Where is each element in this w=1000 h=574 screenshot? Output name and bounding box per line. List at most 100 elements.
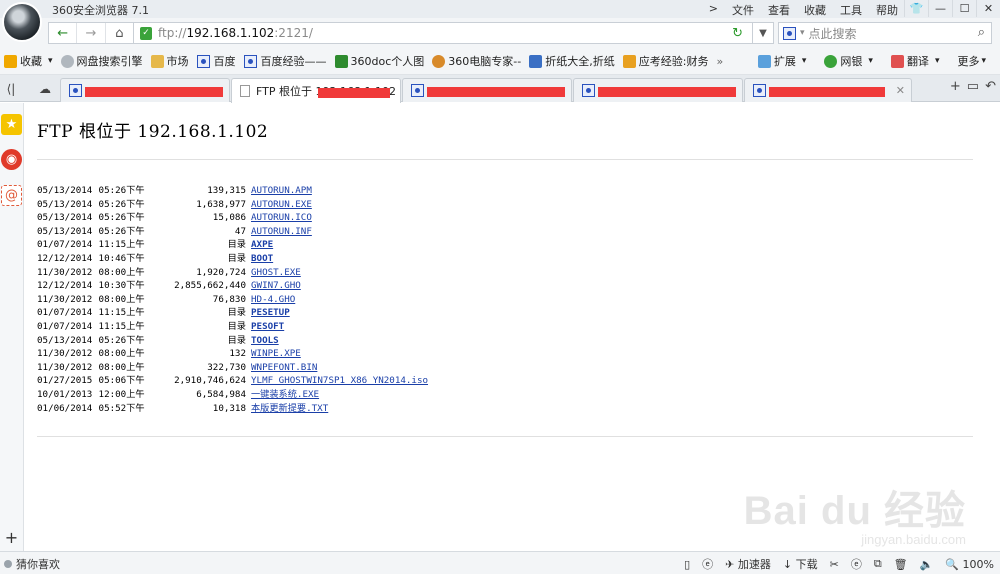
address-input[interactable]: ✓ ftp:// 192.168.1.102 :2121/ ↻ bbox=[134, 22, 774, 44]
file-link[interactable]: AUTORUN.EXE bbox=[251, 199, 312, 210]
file-link[interactable]: AUTORUN.ICO bbox=[251, 212, 312, 223]
file-link[interactable]: 本版更新提要.TXT bbox=[251, 403, 328, 414]
bookmarks-more-icon[interactable]: » bbox=[716, 55, 723, 68]
phone-icon[interactable]: ▯ bbox=[684, 558, 690, 571]
file-link[interactable]: WINPE.XPE bbox=[251, 348, 301, 359]
maximize-button[interactable]: ☐ bbox=[952, 0, 976, 17]
tab-ftp-active[interactable]: FTP 根位于 192.168.1.102 bbox=[231, 78, 401, 103]
back-arrow-icon[interactable]: ← bbox=[49, 23, 78, 43]
file-date: 11/30/2012 bbox=[37, 361, 93, 373]
file-time: 11:15上午 bbox=[93, 239, 145, 251]
chevron-down-icon[interactable]: ▾ bbox=[981, 56, 986, 66]
directory-link[interactable]: PESETUP bbox=[251, 307, 290, 318]
file-size: 15,086 bbox=[212, 212, 246, 224]
undo-close-icon[interactable]: ↶ bbox=[985, 79, 996, 94]
menu-tools[interactable]: 工具 bbox=[840, 2, 862, 18]
file-time: 05:06下午 bbox=[93, 375, 145, 387]
bookmark-baidu-jingyan[interactable]: 百度经验—— bbox=[243, 53, 327, 69]
translate-button[interactable]: 翻译 ▾ bbox=[890, 53, 940, 69]
bookmark-exam[interactable]: 应考经验:财务 bbox=[622, 53, 708, 69]
file-link[interactable]: AUTORUN.APM bbox=[251, 185, 312, 196]
directory-link[interactable]: AXPE bbox=[251, 239, 273, 250]
file-size: 2,910,746,624 bbox=[174, 375, 246, 387]
zoom-control[interactable]: 🔍 100% bbox=[945, 558, 994, 571]
file-date: 12/12/2014 bbox=[37, 252, 93, 264]
dir-label: 目录 bbox=[227, 334, 246, 346]
baidu-watermark: Bai du 经验 jingyan.baidu.com bbox=[744, 478, 966, 547]
bookmark-360doc[interactable]: 360doc个人图 bbox=[334, 53, 424, 69]
file-time: 08:00上午 bbox=[93, 266, 145, 278]
tab-list-icon[interactable]: ▭ bbox=[967, 79, 979, 94]
file-link[interactable]: AUTORUN.INF bbox=[251, 226, 312, 237]
add-icon[interactable]: + bbox=[1, 527, 22, 548]
more-button[interactable]: 更多 ▾ bbox=[957, 53, 986, 69]
directory-link[interactable]: BOOT bbox=[251, 253, 273, 264]
close-button[interactable]: ✕ bbox=[976, 0, 1000, 17]
tab-5[interactable]: ✕ bbox=[744, 78, 912, 102]
menu-arrow[interactable]: > bbox=[709, 2, 718, 18]
volume-icon[interactable]: 🔈 bbox=[920, 558, 934, 571]
cut-icon[interactable]: ✂ bbox=[830, 558, 839, 571]
cloud-icon[interactable]: ☁ bbox=[34, 79, 56, 99]
recommend-toggle[interactable]: 猜你喜欢 bbox=[4, 556, 60, 572]
mail-at-icon[interactable]: @ bbox=[1, 185, 22, 206]
file-link[interactable]: YLMF_GHOSTWIN7SP1_X86_YN2014.iso bbox=[251, 375, 428, 386]
favorites-star-icon[interactable]: ★ bbox=[1, 114, 22, 135]
bookmark-netdisk[interactable]: 网盘搜索引擎 bbox=[60, 53, 143, 69]
new-tab-icon[interactable]: + bbox=[950, 79, 961, 94]
chevron-down-icon[interactable]: ▾ bbox=[800, 28, 805, 38]
menu-favorites[interactable]: 收藏 bbox=[804, 2, 826, 18]
file-row: 11/30/2012 08:00上午 76,830 HD-4.GHO bbox=[37, 293, 428, 307]
file-size: 139,315 bbox=[207, 185, 246, 196]
tab-close-icon[interactable]: ✕ bbox=[896, 84, 905, 97]
menu-file[interactable]: 文件 bbox=[732, 2, 754, 18]
tab-3[interactable] bbox=[402, 78, 572, 102]
chevron-down-icon[interactable]: ▾ bbox=[935, 56, 940, 66]
forward-arrow-icon[interactable]: → bbox=[77, 23, 106, 43]
chevron-down-icon[interactable]: ▾ bbox=[802, 56, 807, 66]
weibo-icon[interactable]: ◉ bbox=[1, 149, 22, 170]
file-size: 76,830 bbox=[212, 293, 246, 305]
file-link[interactable]: GHOST.EXE bbox=[251, 267, 301, 278]
address-dropdown-icon[interactable]: ▼ bbox=[752, 22, 774, 44]
file-listing: 05/13/2014 05:26下午 139,315 AUTORUN.APM 05/1… bbox=[37, 184, 428, 415]
directory-link[interactable]: TOOLS bbox=[251, 335, 279, 346]
user-avatar[interactable] bbox=[2, 2, 42, 42]
chevron-down-icon[interactable]: ▾ bbox=[48, 56, 53, 66]
chevron-down-icon[interactable]: ▾ bbox=[868, 56, 873, 66]
ie-icon[interactable]: ⓔ bbox=[702, 556, 713, 572]
file-link[interactable]: HD-4.GHO bbox=[251, 294, 295, 305]
tab-scroll-left-icon[interactable]: ⟨| bbox=[0, 79, 22, 99]
bookmark-baidu[interactable]: 百度 bbox=[196, 53, 236, 69]
window-icon[interactable]: ⧉ bbox=[874, 557, 882, 571]
divider-bottom bbox=[37, 436, 973, 437]
bookmark-origami[interactable]: 折纸大全,折纸 bbox=[529, 53, 615, 69]
file-link[interactable]: WNPEFONT.BIN bbox=[251, 362, 317, 373]
download-button[interactable]: ↓ 下载 bbox=[783, 556, 818, 572]
search-icon[interactable]: ⌕ bbox=[978, 25, 985, 40]
bookmark-360expert[interactable]: 360电脑专家-- bbox=[432, 53, 521, 69]
shirt-icon[interactable]: 👕 bbox=[904, 0, 928, 17]
dir-label: 目录 bbox=[227, 320, 246, 332]
file-link[interactable]: 一键装系统.EXE bbox=[251, 389, 319, 400]
page-title: FTP 根位于 192.168.1.102 bbox=[37, 122, 269, 142]
baidu-paw-icon[interactable] bbox=[783, 26, 796, 40]
trash-icon[interactable]: 🗑 bbox=[894, 558, 908, 571]
file-link[interactable]: GWIN7.GHO bbox=[251, 280, 301, 291]
menu-view[interactable]: 查看 bbox=[768, 2, 790, 18]
tab-1[interactable] bbox=[60, 78, 230, 102]
bookmark-market[interactable]: 市场 bbox=[150, 53, 189, 69]
tab-4[interactable] bbox=[573, 78, 743, 102]
minimize-button[interactable]: — bbox=[928, 0, 952, 17]
search-input[interactable]: ▾ 点此搜索 ⌕ bbox=[778, 22, 992, 44]
menu-help[interactable]: 帮助 bbox=[876, 2, 898, 18]
accelerator-button[interactable]: ✈ 加速器 bbox=[725, 556, 771, 572]
refresh-icon[interactable]: ↻ bbox=[732, 26, 743, 41]
bookmark-favorites[interactable]: 收藏 ▾ bbox=[4, 53, 53, 69]
directory-link[interactable]: PESOFT bbox=[251, 321, 284, 332]
extensions-button[interactable]: 扩展 ▾ bbox=[757, 53, 807, 69]
netbank-button[interactable]: 网银 ▾ bbox=[824, 53, 873, 69]
browser-ie-icon[interactable]: ⓔ bbox=[851, 556, 862, 572]
sidebar: ★ ◉ @ + bbox=[0, 103, 24, 551]
home-icon[interactable]: ⌂ bbox=[106, 23, 133, 43]
